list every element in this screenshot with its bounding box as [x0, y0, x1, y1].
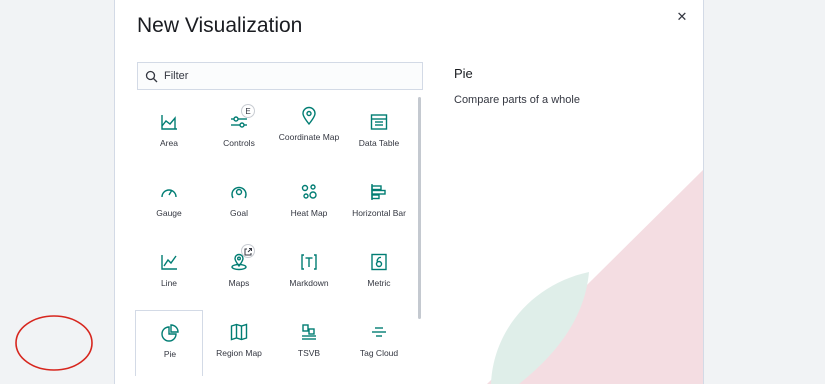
new-visualization-modal: New Visualization ✕ Area E Controls [114, 0, 704, 384]
markdown-icon [301, 254, 317, 270]
type-tile-pie[interactable]: Pie [135, 310, 203, 376]
type-label: TSVB [297, 348, 321, 358]
backdrop-right [702, 0, 825, 384]
search-icon [145, 70, 158, 83]
visualization-type-grid: Area E Controls Coordinate Map Data Tabl… [135, 100, 415, 384]
selected-type-title: Pie [454, 66, 473, 81]
map-pin-icon [302, 106, 316, 126]
type-label: Data Table [358, 138, 400, 148]
external-link-badge [241, 244, 255, 258]
type-tile-region-map[interactable]: Region Map [205, 310, 273, 376]
type-tile-data-table[interactable]: Data Table [345, 100, 413, 166]
tag-cloud-icon [372, 327, 386, 337]
gauge-icon [161, 189, 177, 198]
type-tile-tsvb[interactable]: TSVB [275, 310, 343, 376]
type-label: Gauge [156, 208, 182, 218]
type-label: Markdown [289, 278, 329, 288]
goal-icon [231, 186, 247, 199]
type-label: Region Map [216, 348, 262, 358]
close-icon[interactable]: ✕ [674, 9, 690, 25]
type-label: Controls [223, 138, 255, 148]
beta-badge: E [241, 104, 255, 118]
type-tile-tag-cloud[interactable]: Tag Cloud [345, 310, 413, 376]
type-label: Coordinate Map [278, 132, 340, 142]
modal-title: New Visualization [137, 14, 303, 37]
type-tile-horizontal-bar[interactable]: Horizontal Bar [345, 170, 413, 236]
type-tile-markdown[interactable]: Markdown [275, 240, 343, 306]
region-map-icon [230, 323, 248, 341]
annotation-circle [15, 315, 93, 371]
external-link-icon [244, 248, 252, 256]
type-label: Maps [228, 278, 250, 288]
type-tile-area[interactable]: Area [135, 100, 203, 166]
type-list-scrollbar[interactable] [418, 97, 421, 319]
type-label: Goal [230, 208, 248, 218]
heatmap-icon [301, 184, 317, 199]
table-icon [370, 114, 388, 130]
type-tile-heat-map[interactable]: Heat Map [275, 170, 343, 236]
selected-type-description: Compare parts of a whole [454, 94, 580, 106]
type-tile-coordinate-map[interactable]: Coordinate Map [275, 100, 343, 166]
type-tile-goal[interactable]: Goal [205, 170, 273, 236]
area-chart-icon [161, 115, 177, 130]
type-label: Area [160, 138, 178, 148]
type-label: Pie [163, 349, 177, 359]
type-tile-maps[interactable]: Maps [205, 240, 273, 306]
type-tile-gauge[interactable]: Gauge [135, 170, 203, 236]
line-chart-icon [161, 255, 177, 270]
type-tile-metric[interactable]: Metric [345, 240, 413, 306]
type-label: Tag Cloud [359, 348, 399, 358]
type-label: Line [160, 278, 178, 288]
pie-chart-icon [161, 324, 179, 342]
metric-icon [371, 253, 387, 271]
filter-field[interactable] [137, 62, 423, 90]
tsvb-icon [302, 324, 316, 340]
filter-input[interactable] [164, 63, 419, 89]
horizontal-bar-icon [371, 184, 386, 200]
type-label: Heat Map [290, 208, 328, 218]
type-tile-controls[interactable]: E Controls [205, 100, 273, 166]
type-label: Metric [367, 278, 391, 288]
type-label: Horizontal Bar [352, 208, 406, 218]
type-tile-line[interactable]: Line [135, 240, 203, 306]
